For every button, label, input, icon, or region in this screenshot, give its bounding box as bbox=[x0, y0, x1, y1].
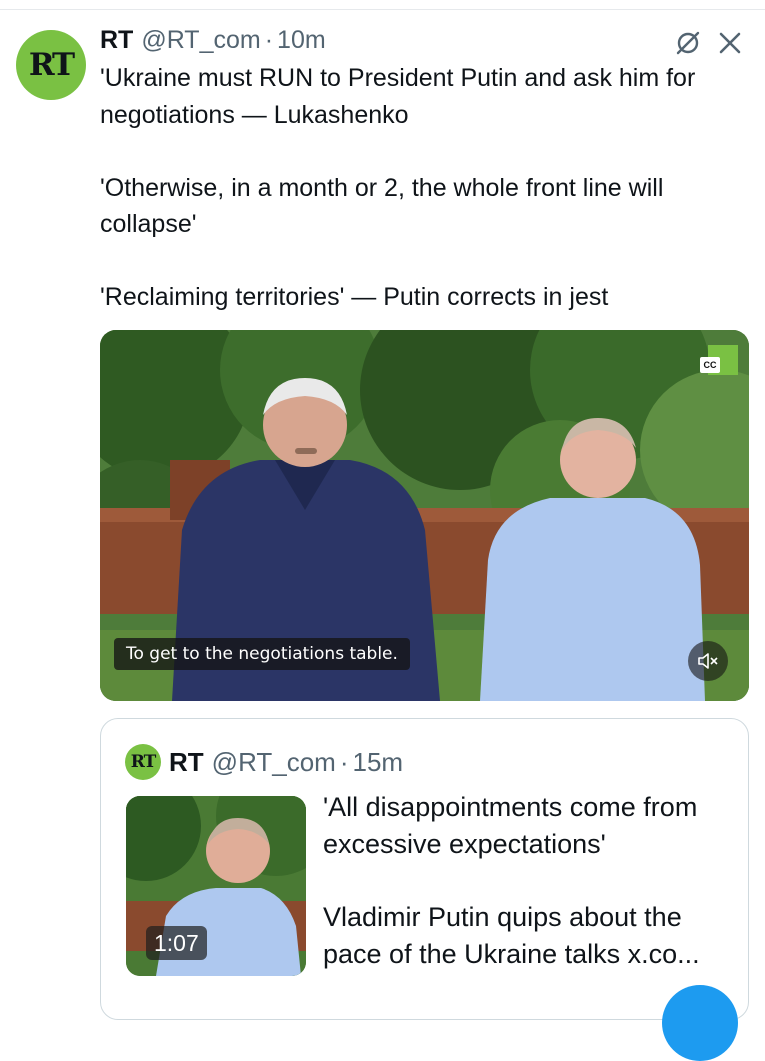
author-handle[interactable]: @RT_com bbox=[141, 26, 260, 55]
slashed-circle-icon[interactable] bbox=[673, 28, 703, 58]
speaker-muted-icon[interactable] bbox=[688, 641, 728, 681]
cc-icon: CC bbox=[700, 357, 720, 373]
tweet-paragraph: 'Otherwise, in a month or 2, the whole f… bbox=[100, 173, 664, 239]
video-duration: 1:07 bbox=[146, 926, 207, 960]
video-subtitle: To get to the negotiations table. bbox=[114, 638, 410, 670]
tweet-header: RT @RT_com · 10m bbox=[100, 24, 326, 56]
author-name[interactable]: RT bbox=[100, 26, 133, 55]
quoted-paragraph: Vladimir Putin quips about the pace of t… bbox=[323, 902, 700, 969]
quoted-video-thumbnail[interactable]: 1:07 bbox=[126, 796, 306, 976]
tweet-actions bbox=[673, 28, 745, 58]
quoted-tweet-card[interactable]: RT RT @RT_com · 15m 1:07 'All disappoint… bbox=[100, 718, 749, 1020]
close-icon[interactable] bbox=[715, 28, 745, 58]
tweet-body: 'Ukraine must RUN to President Putin and… bbox=[100, 60, 755, 316]
quoted-author-name[interactable]: RT bbox=[169, 747, 204, 778]
rt-logo: RT bbox=[130, 752, 157, 772]
separator-dot: · bbox=[264, 25, 274, 54]
quoted-author-handle[interactable]: @RT_com bbox=[212, 747, 336, 778]
author-avatar[interactable]: RT bbox=[16, 30, 86, 100]
tweet-paragraph: 'Reclaiming territories' — Putin correct… bbox=[100, 283, 609, 311]
compose-button[interactable] bbox=[662, 985, 738, 1061]
quoted-tweet-header: RT RT @RT_com · 15m bbox=[125, 744, 404, 780]
rt-logo: RT bbox=[28, 46, 75, 83]
tweet-paragraph: 'Ukraine must RUN to President Putin and… bbox=[100, 64, 696, 129]
cc-toggle[interactable]: CC bbox=[700, 345, 738, 377]
quoted-tweet-body: 'All disappointments come from excessive… bbox=[323, 789, 733, 973]
quoted-tweet-timestamp[interactable]: 15m bbox=[353, 747, 404, 778]
tweet-timestamp[interactable]: 10m bbox=[277, 26, 326, 55]
top-divider bbox=[0, 0, 765, 10]
quoted-author-avatar[interactable]: RT bbox=[125, 744, 161, 780]
quoted-paragraph: 'All disappointments come from excessive… bbox=[323, 792, 698, 859]
separator-dot: · bbox=[339, 746, 349, 777]
